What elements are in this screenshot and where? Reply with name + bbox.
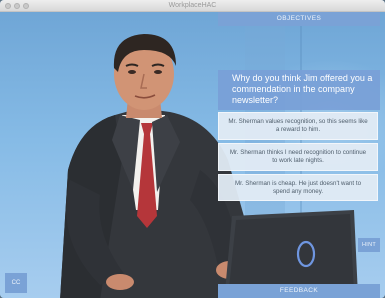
answer-option-2[interactable]: Mr. Sherman thinks I need recognition to… xyxy=(218,143,378,171)
window-title: WorkplaceHAC xyxy=(168,2,217,9)
app-window: WorkplaceHAC OBJECTIVES Why do you think… xyxy=(0,0,385,298)
question-prompt: Why do you think Jim offered you a comme… xyxy=(218,70,380,110)
objectives-button[interactable]: OBJECTIVES xyxy=(218,12,380,26)
hint-button[interactable]: HINT xyxy=(358,238,380,252)
feedback-button[interactable]: FEEDBACK xyxy=(218,284,380,298)
title-bar: WorkplaceHAC xyxy=(0,0,385,12)
closed-captions-button[interactable]: CC xyxy=(5,273,27,293)
answer-option-1[interactable]: Mr. Sherman values recognition, so this … xyxy=(218,112,378,140)
answer-option-3[interactable]: Mr. Sherman is cheap. He just doesn't wa… xyxy=(218,174,378,201)
